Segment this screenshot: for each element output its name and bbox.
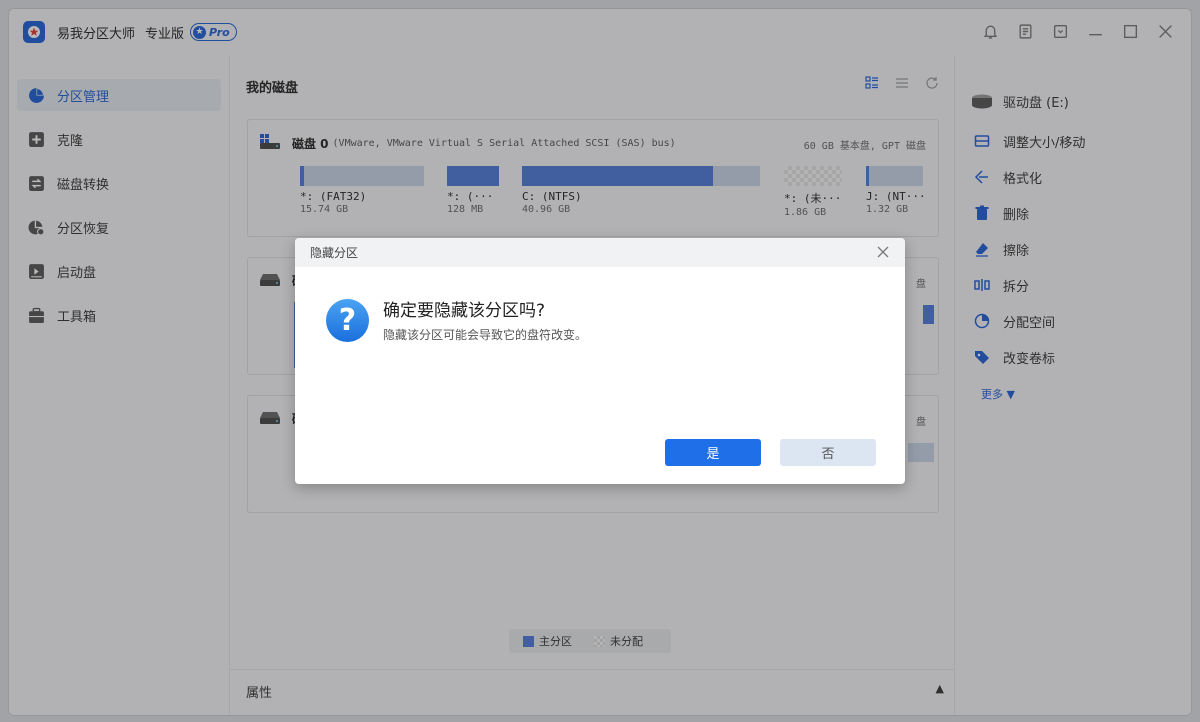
close-icon[interactable] bbox=[875, 244, 891, 260]
question-icon: ? bbox=[326, 299, 369, 342]
dialog-title: 隐藏分区 bbox=[310, 246, 359, 260]
dialog-heading: 确定要隐藏该分区吗? bbox=[383, 301, 546, 321]
dialog-message: 隐藏该分区可能会导致它的盘符改变。 bbox=[383, 328, 588, 342]
hide-partition-dialog: 隐藏分区 ? 确定要隐藏该分区吗? 隐藏该分区可能会导致它的盘符改变。 是 否 bbox=[295, 238, 905, 484]
confirm-yes-button[interactable]: 是 bbox=[665, 439, 761, 466]
confirm-no-button[interactable]: 否 bbox=[780, 439, 876, 466]
